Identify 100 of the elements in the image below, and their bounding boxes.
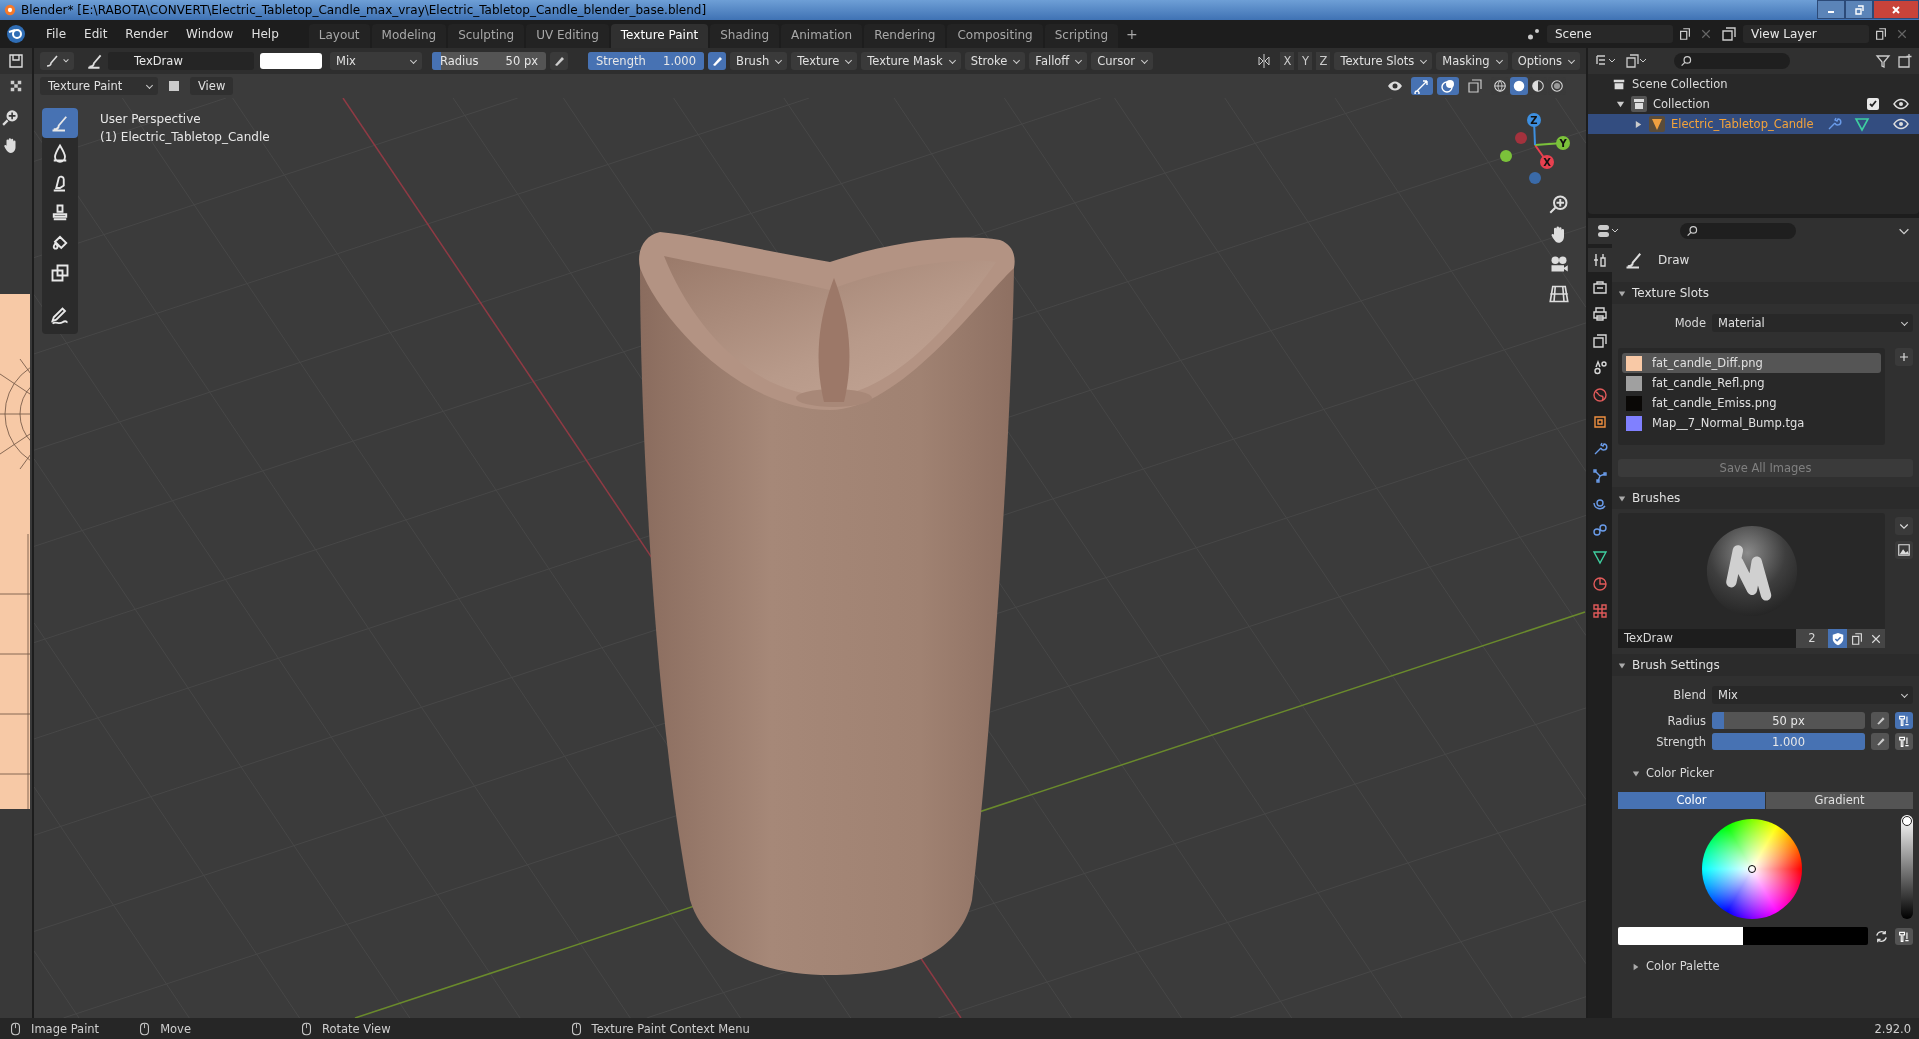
- workspace-tab[interactable]: Modeling: [371, 24, 447, 48]
- strength-slider[interactable]: Strength 1.000: [588, 52, 704, 70]
- editor-type-dropdown[interactable]: [1596, 223, 1620, 239]
- menu-item[interactable]: Window: [178, 27, 242, 41]
- swap-colors-icon[interactable]: [1874, 928, 1889, 944]
- fake-user-button[interactable]: [1828, 629, 1847, 648]
- search-field[interactable]: [1674, 53, 1790, 69]
- copy-icon[interactable]: [1874, 27, 1888, 41]
- properties-tab[interactable]: [1588, 248, 1612, 272]
- header-menu[interactable]: Texture Mask: [861, 52, 961, 70]
- disclosure-icon[interactable]: [1634, 119, 1643, 129]
- brush-color-field[interactable]: [260, 53, 322, 69]
- header-menu[interactable]: Masking: [1436, 52, 1508, 70]
- mirror-axis-toggle[interactable]: Z: [1316, 52, 1331, 70]
- mode-dropdown[interactable]: Texture Paint: [40, 77, 158, 95]
- unified-setting-button[interactable]: [1895, 927, 1913, 945]
- unified-setting-button[interactable]: [1895, 712, 1913, 729]
- close-icon[interactable]: [1896, 28, 1908, 40]
- view-layer-field[interactable]: View Layer: [1743, 25, 1869, 43]
- value-slider[interactable]: [1901, 815, 1913, 919]
- grid-icon[interactable]: [1549, 284, 1569, 304]
- panel-header[interactable]: Texture Slots: [1612, 282, 1919, 304]
- workspace-tab[interactable]: Texture Paint: [610, 24, 709, 48]
- square-icon[interactable]: [166, 78, 182, 94]
- overlay-toggle[interactable]: [1437, 77, 1459, 95]
- outliner-item[interactable]: Collection: [1653, 97, 1710, 111]
- visibility-icon[interactable]: [1893, 116, 1909, 132]
- header-menu[interactable]: Texture Slots: [1334, 52, 1433, 70]
- blender-logo-icon[interactable]: [6, 24, 26, 44]
- color-mode-tab[interactable]: Gradient: [1766, 792, 1913, 809]
- slider-handle[interactable]: [1902, 816, 1912, 826]
- pen-pressure-icon[interactable]: [550, 52, 568, 70]
- copy-icon[interactable]: [1678, 27, 1692, 41]
- filter-view-icon[interactable]: [1624, 53, 1648, 69]
- view-menu[interactable]: View: [190, 77, 234, 95]
- minimize-button[interactable]: [1817, 0, 1845, 19]
- header-menu[interactable]: Falloff: [1029, 52, 1088, 70]
- add-slot-button[interactable]: [1895, 348, 1913, 366]
- disclosure-icon[interactable]: [1616, 99, 1625, 109]
- panel-header[interactable]: Brushes: [1612, 487, 1919, 509]
- brush-name-field[interactable]: TexDraw: [1618, 629, 1796, 648]
- duplicate-button[interactable]: [1847, 629, 1866, 648]
- close-button[interactable]: [1873, 0, 1919, 19]
- pen-pressure-icon[interactable]: [708, 52, 726, 70]
- workspace-tab[interactable]: UV Editing: [526, 24, 609, 48]
- header-menu[interactable]: Options: [1511, 52, 1580, 70]
- tool-settings-dropdown[interactable]: [40, 52, 74, 70]
- texture-slot[interactable]: fat_candle_Diff.png: [1622, 353, 1881, 373]
- new-collection-icon[interactable]: [1897, 53, 1913, 69]
- workspace-tab[interactable]: Compositing: [947, 24, 1043, 48]
- workspace-tab[interactable]: Shading: [710, 24, 779, 48]
- workspace-tab[interactable]: Rendering: [864, 24, 946, 48]
- panel-header[interactable]: Color Palette: [1618, 955, 1913, 977]
- exclude-checkbox[interactable]: [1867, 98, 1879, 110]
- workspace-tab[interactable]: Animation: [781, 24, 863, 48]
- gizmo-toggle[interactable]: [1411, 77, 1433, 95]
- close-icon[interactable]: [1700, 28, 1712, 40]
- pen-pressure-button[interactable]: [1871, 733, 1889, 750]
- panel-header[interactable]: Color Picker: [1618, 762, 1913, 784]
- header-menu[interactable]: Texture: [791, 52, 858, 70]
- unlink-button[interactable]: [1866, 629, 1885, 648]
- workspace-tab[interactable]: Sculpting: [448, 24, 525, 48]
- mirror-axis-toggle[interactable]: X: [1280, 52, 1295, 70]
- header-menu[interactable]: Cursor: [1091, 52, 1154, 70]
- image-editor-icon[interactable]: [8, 53, 24, 69]
- pen-pressure-button[interactable]: [1871, 712, 1889, 729]
- scene-field[interactable]: Scene: [1547, 25, 1673, 43]
- user-count[interactable]: 2: [1796, 629, 1828, 648]
- mesh-data-icon[interactable]: [1853, 116, 1870, 132]
- mirror-axis-toggle[interactable]: Y: [1298, 52, 1313, 70]
- outliner-item[interactable]: Scene Collection: [1632, 77, 1728, 91]
- zoom-icon[interactable]: [2, 108, 20, 126]
- header-menu[interactable]: Brush: [730, 52, 788, 70]
- color-swatch[interactable]: [1743, 927, 1868, 945]
- color-swatch[interactable]: [1618, 927, 1743, 945]
- menu-item[interactable]: File: [38, 27, 75, 41]
- strength-slider[interactable]: 1.000: [1712, 733, 1865, 750]
- workspace-tab[interactable]: Layout: [308, 24, 370, 48]
- mode-dropdown[interactable]: Material: [1712, 314, 1913, 332]
- restore-button[interactable]: [1845, 0, 1873, 19]
- xray-icon[interactable]: [1467, 78, 1483, 94]
- brush-name-field[interactable]: TexDraw: [108, 52, 254, 70]
- panel-header[interactable]: Brush Settings: [1612, 654, 1919, 676]
- color-mode-tab[interactable]: Color: [1618, 792, 1765, 809]
- outliner-row[interactable]: Electric_Tabletop_Candle: [1588, 114, 1919, 134]
- menu-item[interactable]: Help: [243, 27, 287, 41]
- radius-slider[interactable]: 50 px: [1712, 712, 1865, 729]
- symmetry-icon[interactable]: [1256, 53, 1273, 69]
- navigation-gizmo[interactable]: X Y Z: [1495, 100, 1575, 190]
- radius-slider[interactable]: Radius 50 px: [432, 52, 546, 70]
- checker-icon[interactable]: [9, 79, 23, 93]
- shading-mode-button[interactable]: [1510, 77, 1528, 95]
- zoom-icon[interactable]: [1549, 194, 1569, 214]
- filter-icon[interactable]: [1875, 53, 1891, 69]
- image-button[interactable]: [1895, 541, 1913, 559]
- blend-dropdown[interactable]: Mix: [1712, 686, 1913, 704]
- add-workspace-button[interactable]: +: [1120, 23, 1144, 48]
- texture-slot[interactable]: fat_candle_Emiss.png: [1622, 393, 1881, 413]
- brush-preview-panel[interactable]: [1618, 513, 1885, 629]
- texture-slot[interactable]: fat_candle_Refl.png: [1622, 373, 1881, 393]
